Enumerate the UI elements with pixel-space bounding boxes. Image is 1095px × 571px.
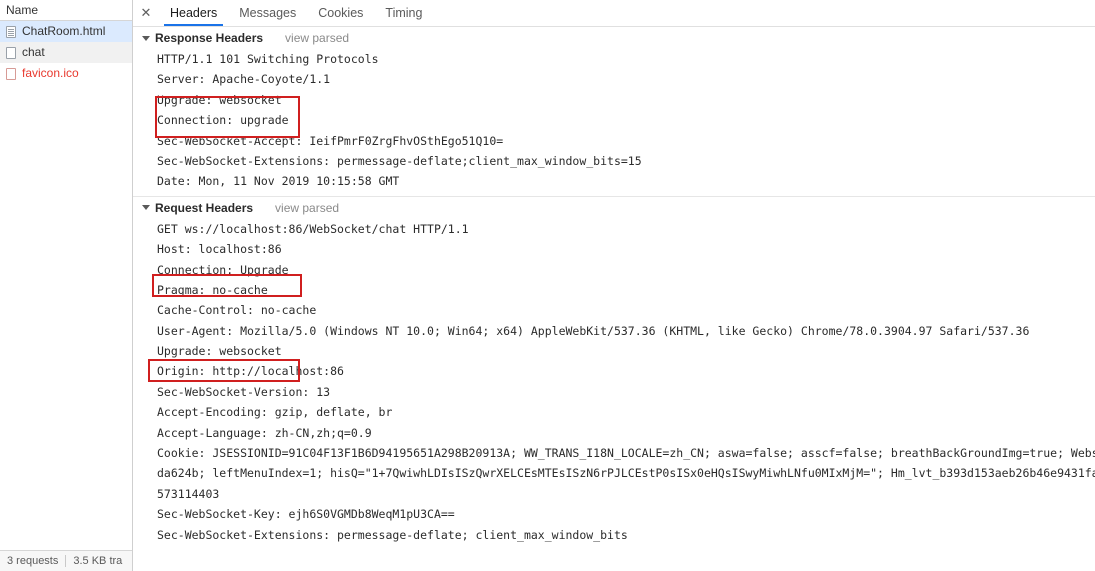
document-icon	[6, 25, 16, 38]
header-line: Date: Mon, 11 Nov 2019 10:15:58 GMT	[157, 174, 400, 189]
tab-timing[interactable]: Timing	[374, 0, 433, 26]
header-line: Pragma: no-cache	[157, 282, 268, 297]
transferred-size-label: 3.5 KB tra	[73, 555, 123, 567]
header-line: Upgrade: websocket	[157, 92, 282, 107]
header-line: Sec-WebSocket-Version: 13	[157, 384, 331, 399]
tab-cookies[interactable]: Cookies	[307, 0, 374, 26]
chevron-down-icon[interactable]	[142, 35, 150, 41]
document-icon	[6, 46, 16, 59]
tab-messages[interactable]: Messages	[228, 0, 307, 26]
header-line: Cookie: JSESSIONID=91C04F13F1B6D94195651…	[157, 446, 1095, 461]
header-line: Cache-Control: no-cache	[157, 303, 317, 318]
header-line: da624b; leftMenuIndex=1; hisQ="1+7QwiwhL…	[157, 466, 1095, 481]
request-list-item-chatroom-html[interactable]: ChatRoom.html	[0, 21, 132, 42]
response-view-parsed-link[interactable]: view parsed	[285, 31, 349, 45]
header-line: 573114403	[157, 486, 220, 501]
header-line: GET ws://localhost:86/WebSocket/chat HTT…	[157, 221, 469, 236]
header-line: Connection: upgrade	[157, 113, 289, 128]
header-line: Sec-WebSocket-Extensions: permessage-def…	[157, 153, 642, 168]
header-line: Host: localhost:86	[157, 242, 282, 257]
header-line: User-Agent: Mozilla/5.0 (Windows NT 10.0…	[157, 323, 1030, 338]
header-line: Sec-WebSocket-Key: ejh6S0VGMDb8WeqM1pU3C…	[157, 507, 455, 522]
detail-tab-bar: ✕ Headers Messages Cookies Timing	[133, 0, 1095, 27]
request-view-parsed-link[interactable]: view parsed	[275, 201, 339, 215]
request-headers-title: Request Headers	[155, 200, 254, 215]
request-list-item-chat[interactable]: chat	[0, 42, 132, 63]
chevron-down-icon[interactable]	[142, 205, 150, 211]
request-list-item-favicon-ico[interactable]: favicon.ico	[0, 63, 132, 84]
document-icon	[6, 67, 16, 80]
devtools-network-panel: Name ChatRoom.html chat favicon.ico 3 re…	[0, 0, 1095, 571]
header-line: Server: Apache-Coyote/1.1	[157, 72, 331, 87]
response-headers-section-header[interactable]: Response Headers view parsed	[133, 27, 1095, 49]
headers-content: Response Headers view parsed HTTP/1.1 10…	[133, 27, 1095, 571]
request-detail-panel: ✕ Headers Messages Cookies Timing Respon…	[133, 0, 1095, 571]
tab-headers[interactable]: Headers	[159, 0, 228, 26]
request-name-label: ChatRoom.html	[22, 24, 106, 38]
response-headers-title: Response Headers	[155, 31, 264, 45]
request-name-label: chat	[22, 45, 45, 59]
request-headers-section-header[interactable]: Request Headers view parsed	[133, 197, 1095, 219]
header-line: Sec-WebSocket-Extensions: permessage-def…	[157, 527, 628, 542]
header-line: Upgrade: websocket	[157, 344, 282, 359]
close-icon[interactable]: ✕	[133, 0, 159, 26]
header-line: Connection: Upgrade	[157, 262, 289, 277]
header-line: Accept-Language: zh-CN,zh;q=0.9	[157, 425, 372, 440]
header-line: HTTP/1.1 101 Switching Protocols	[157, 52, 379, 66]
header-line: Sec-WebSocket-Accept: IeifPmrF0ZrgFhvOSt…	[157, 133, 504, 148]
header-line: Origin: http://localhost:86	[157, 364, 344, 379]
requests-list-panel: Name ChatRoom.html chat favicon.ico 3 re…	[0, 0, 133, 571]
network-status-bar: 3 requests 3.5 KB tra	[0, 550, 132, 571]
request-count-label: 3 requests	[7, 555, 59, 567]
header-line: Accept-Encoding: gzip, deflate, br	[157, 405, 393, 420]
requests-column-header-name: Name	[0, 0, 132, 21]
request-name-label: favicon.ico	[22, 66, 79, 80]
